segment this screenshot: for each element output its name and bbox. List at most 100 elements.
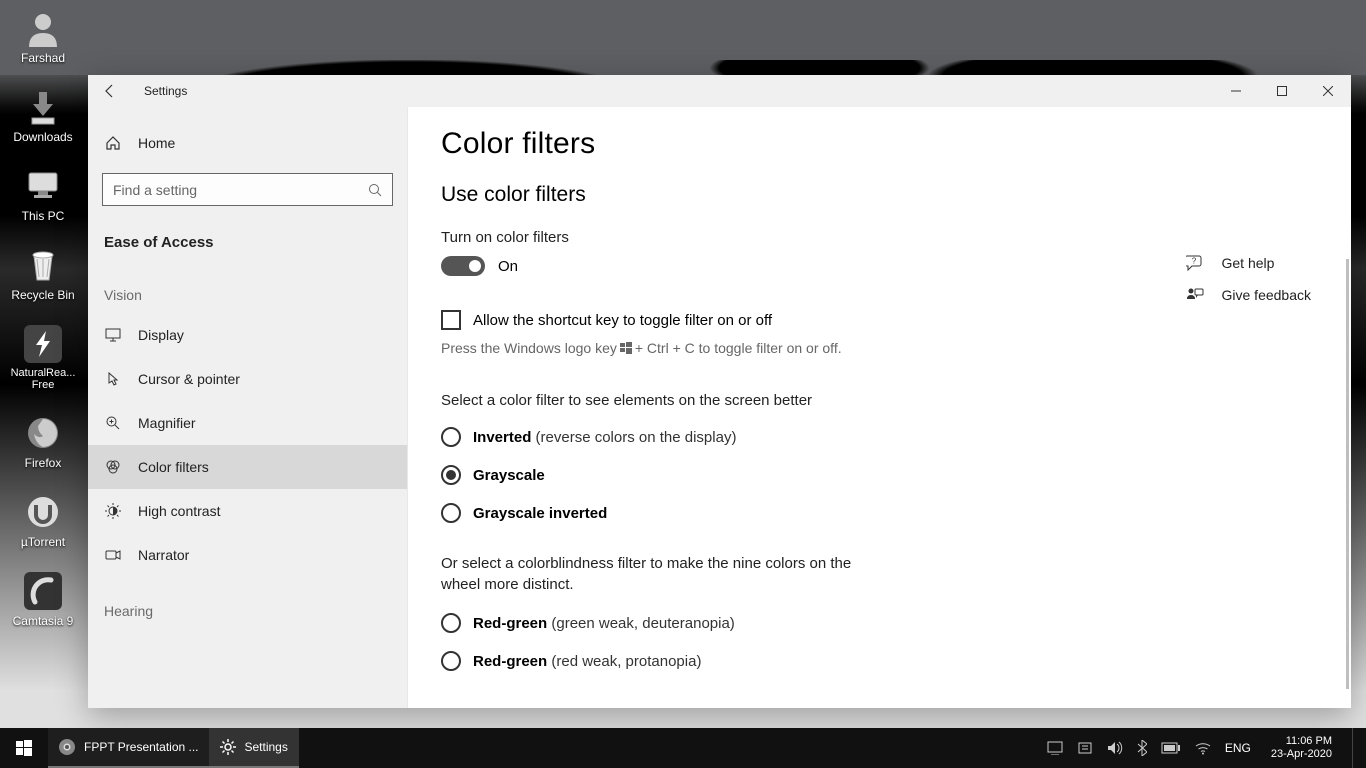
radio-button[interactable] xyxy=(441,651,461,671)
tray-volume-icon[interactable] xyxy=(1107,741,1123,755)
desktop-icon-user[interactable]: Farshad xyxy=(6,8,80,65)
radio-deuteranopia[interactable]: Red-green (green weak, deuteranopia) xyxy=(441,613,1061,633)
tray-battery-icon[interactable] xyxy=(1161,742,1181,754)
windows-key-icon xyxy=(620,342,632,354)
radio-button[interactable] xyxy=(441,613,461,633)
desktop-icon-label: Farshad xyxy=(21,51,65,65)
desktop-icon-label: Downloads xyxy=(13,130,72,144)
nav-label: Color filters xyxy=(138,459,209,475)
close-button[interactable] xyxy=(1305,75,1351,107)
back-button[interactable] xyxy=(102,83,126,99)
svg-text:?: ? xyxy=(1191,257,1196,266)
radio-protanopia[interactable]: Red-green (red weak, protanopia) xyxy=(441,651,1061,671)
search-placeholder: Find a setting xyxy=(113,182,197,198)
desktop-icon-label: Camtasia 9 xyxy=(13,614,74,628)
radio-grayscale[interactable]: Grayscale xyxy=(441,465,1061,485)
give-feedback-link[interactable]: Give feedback xyxy=(1186,287,1312,303)
titlebar[interactable]: Settings xyxy=(88,75,1351,107)
camtasia-icon xyxy=(23,571,63,611)
desktop-icon-firefox[interactable]: Firefox xyxy=(6,413,80,470)
radio-label: Red-green (green weak, deuteranopia) xyxy=(473,615,735,632)
maximize-button[interactable] xyxy=(1259,75,1305,107)
narrator-icon xyxy=(104,547,122,563)
home-icon xyxy=(104,135,122,151)
shortcut-hint: Press the Windows logo key + Ctrl + C to… xyxy=(441,340,1061,356)
high-contrast-icon xyxy=(104,503,122,519)
shortcut-checkbox[interactable] xyxy=(441,310,461,330)
nav-color-filters[interactable]: Color filters xyxy=(88,445,407,489)
radio-label: Grayscale xyxy=(473,467,545,484)
desktop-icon-utorrent[interactable]: µTorrent xyxy=(6,492,80,549)
nav-cursor[interactable]: Cursor & pointer xyxy=(88,357,407,401)
radio-label: Inverted (reverse colors on the display) xyxy=(473,429,736,446)
tray-bluetooth-icon[interactable] xyxy=(1137,740,1147,756)
section-heading: Use color filters xyxy=(441,183,1061,207)
taskbar-item-label: Settings xyxy=(245,740,288,754)
radio-button[interactable] xyxy=(441,427,461,447)
section-hearing-label: Hearing xyxy=(88,577,407,629)
desktop-icon-camtasia[interactable]: Camtasia 9 xyxy=(6,571,80,628)
color-filters-toggle[interactable] xyxy=(441,256,485,276)
nav-narrator[interactable]: Narrator xyxy=(88,533,407,577)
nav-label: Cursor & pointer xyxy=(138,371,240,387)
search-icon xyxy=(368,183,382,197)
link-label: Get help xyxy=(1222,255,1275,271)
tray-language[interactable]: ENG xyxy=(1225,741,1251,755)
toggle-caption: Turn on color filters xyxy=(441,229,1061,246)
desktop-icon-naturalreader[interactable]: NaturalRea... Free xyxy=(6,324,80,391)
page-title: Color filters xyxy=(441,127,1061,161)
radio-button[interactable] xyxy=(441,465,461,485)
taskbar-item-chrome[interactable]: FPPT Presentation ... xyxy=(48,728,209,768)
magnifier-icon xyxy=(104,415,122,431)
desktop-icon-label: µTorrent xyxy=(21,535,65,549)
taskbar-item-settings[interactable]: Settings xyxy=(209,728,299,768)
tray-input-icon[interactable] xyxy=(1077,741,1093,755)
scrollbar[interactable] xyxy=(1346,259,1349,689)
window-title: Settings xyxy=(144,84,187,98)
nav-magnifier[interactable]: Magnifier xyxy=(88,401,407,445)
nav-label: Narrator xyxy=(138,547,189,563)
color-filters-icon xyxy=(104,459,122,475)
cursor-icon xyxy=(104,371,122,387)
desktop-icon-downloads[interactable]: Downloads xyxy=(6,87,80,144)
nav-label: Magnifier xyxy=(138,415,196,431)
nav-high-contrast[interactable]: High contrast xyxy=(88,489,407,533)
nav-label: Home xyxy=(138,135,175,151)
radio-label: Grayscale inverted xyxy=(473,505,607,522)
start-button[interactable] xyxy=(0,728,48,768)
show-desktop-button[interactable] xyxy=(1352,728,1358,768)
clock-time: 11:06 PM xyxy=(1286,735,1332,748)
radio-label: Red-green (red weak, protanopia) xyxy=(473,653,701,670)
link-label: Give feedback xyxy=(1222,287,1312,303)
lightning-icon xyxy=(23,324,63,364)
search-input[interactable]: Find a setting xyxy=(102,173,393,206)
minimize-button[interactable] xyxy=(1213,75,1259,107)
computer-icon xyxy=(23,166,63,206)
taskbar[interactable]: FPPT Presentation ... Settings ENG 11:06… xyxy=(0,728,1366,768)
desktop-icon-this-pc[interactable]: This PC xyxy=(6,166,80,223)
nav-display[interactable]: Display xyxy=(88,313,407,357)
feedback-icon xyxy=(1186,287,1204,303)
radio-button[interactable] xyxy=(441,503,461,523)
desktop-icons: Farshad Downloads This PC Recycle Bin Na… xyxy=(6,8,80,628)
desktop-icon-label: Recycle Bin xyxy=(11,288,74,302)
firefox-icon xyxy=(23,413,63,453)
colorblind-prompt: Or select a colorblindness filter to mak… xyxy=(441,553,871,595)
desktop-icon-label: NaturalRea... Free xyxy=(6,367,80,391)
nav-label: High contrast xyxy=(138,503,220,519)
radio-grayscale-inverted[interactable]: Grayscale inverted xyxy=(441,503,1061,523)
gear-icon xyxy=(219,738,237,756)
filter-prompt: Select a color filter to see elements on… xyxy=(441,392,1061,409)
clock-date: 23-Apr-2020 xyxy=(1271,748,1332,761)
nav-label: Display xyxy=(138,327,184,343)
get-help-link[interactable]: ? Get help xyxy=(1186,255,1312,271)
nav-home[interactable]: Home xyxy=(88,121,407,165)
desktop: Farshad Downloads This PC Recycle Bin Na… xyxy=(0,0,1366,768)
tray-clock[interactable]: 11:06 PM 23-Apr-2020 xyxy=(1265,735,1338,761)
desktop-icon-recycle-bin[interactable]: Recycle Bin xyxy=(6,245,80,302)
radio-inverted[interactable]: Inverted (reverse colors on the display) xyxy=(441,427,1061,447)
sidebar: Home Find a setting Ease of Access Visio… xyxy=(88,107,407,708)
tray-wifi-icon[interactable] xyxy=(1195,741,1211,755)
section-vision-label: Vision xyxy=(88,261,407,313)
tray-app-icon[interactable] xyxy=(1047,741,1063,755)
